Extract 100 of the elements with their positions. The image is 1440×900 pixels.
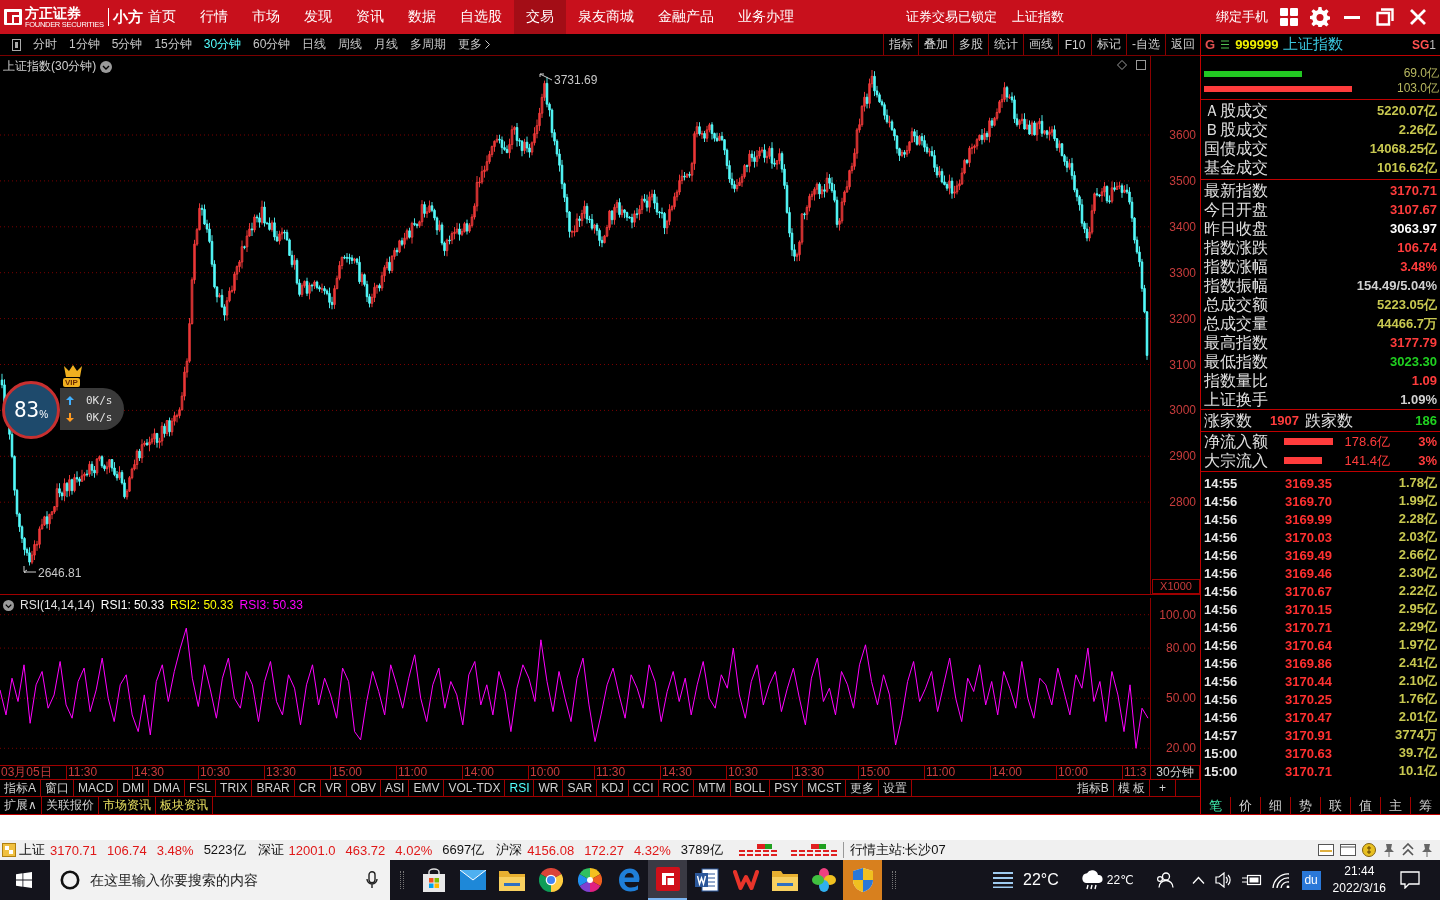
indicator-tab[interactable]: ROC <box>658 780 695 796</box>
indicator-tab[interactable]: BRAR <box>252 780 295 796</box>
period-tab[interactable]: 60分钟 <box>249 34 295 55</box>
nav-tab[interactable]: 自选股 <box>448 0 514 34</box>
indicator-option[interactable]: + <box>1150 780 1176 796</box>
wifi-icon[interactable] <box>1271 872 1290 888</box>
period-tab[interactable]: 30分钟 <box>199 34 246 55</box>
period-tab[interactable]: 分时 <box>29 34 61 55</box>
square-icon[interactable] <box>1136 60 1146 70</box>
indicator-tab[interactable]: VR <box>321 780 347 796</box>
speaker-icon[interactable] <box>1214 872 1232 888</box>
detail-tab[interactable]: 势 <box>1290 797 1320 814</box>
tool-button[interactable]: 标记 <box>1091 34 1126 55</box>
minimize-icon[interactable] <box>1344 15 1360 19</box>
pin-icon[interactable] <box>1420 843 1434 857</box>
search-box[interactable]: 在这里输入你要搜索的内容 <box>50 860 390 900</box>
nav-tab[interactable]: 发现 <box>292 0 344 34</box>
nav-tab[interactable]: 金融产品 <box>646 0 726 34</box>
window-icon[interactable] <box>1318 844 1334 856</box>
bind-phone-link[interactable]: 绑定手机 <box>1216 8 1268 26</box>
panel-toggle-icon[interactable] <box>12 38 21 51</box>
tool-button[interactable]: 多股 <box>953 34 988 55</box>
double-up-icon[interactable] <box>1402 843 1414 857</box>
indicator-tab[interactable]: PSY <box>770 780 804 796</box>
indicator-tab[interactable]: TRIX <box>216 780 253 796</box>
indicator-tab[interactable]: CR <box>294 780 322 796</box>
indicator-tab[interactable]: KDJ <box>597 780 629 796</box>
notification-icon[interactable] <box>1400 871 1420 889</box>
dropdown-circle-icon[interactable] <box>3 599 14 611</box>
detail-tab[interactable]: 笔 <box>1201 797 1230 814</box>
period-tab[interactable]: 多周期 <box>406 34 451 55</box>
tool-button[interactable]: 画线 <box>1023 34 1058 55</box>
detail-tab[interactable]: 联 <box>1320 797 1350 814</box>
indicator-tab[interactable]: FSL <box>185 780 217 796</box>
detail-tab[interactable]: 主 <box>1380 797 1410 814</box>
tool-button[interactable]: 叠加 <box>918 34 953 55</box>
search-field[interactable]: 在这里输入你要搜索的内容 <box>90 872 358 888</box>
extension-tab[interactable]: 市场资讯 <box>98 797 156 814</box>
nav-tab[interactable]: 行情 <box>188 0 240 34</box>
indicator-tab[interactable]: DMI <box>118 780 150 796</box>
nav-tab[interactable]: 数据 <box>396 0 448 34</box>
tool-button[interactable]: F10 <box>1058 34 1091 55</box>
panel-tab[interactable]: 指标A <box>0 780 41 796</box>
period-tab[interactable]: 1分钟 <box>65 34 104 55</box>
period-tab[interactable]: 日线 <box>298 34 331 55</box>
indicator-action[interactable]: 设置 <box>879 780 913 796</box>
extension-tab[interactable]: 扩展∧ <box>0 797 42 814</box>
indicator-option[interactable]: 模 板 <box>1113 780 1150 796</box>
people-icon[interactable] <box>1155 872 1174 888</box>
microphone-icon[interactable] <box>366 871 378 889</box>
taskbar-app[interactable] <box>648 860 687 900</box>
rain-cloud-icon[interactable] <box>1080 870 1103 890</box>
indicator-tab[interactable]: RSI <box>505 780 535 796</box>
period-tab[interactable]: 5分钟 <box>107 34 147 55</box>
indicator-tab[interactable]: EMV <box>409 780 445 796</box>
panel-tab[interactable]: 窗口 <box>41 780 74 796</box>
indicator-tab[interactable]: DMA <box>149 780 186 796</box>
nav-tab[interactable]: 交易 <box>514 0 566 34</box>
period-tab[interactable]: 周线 <box>334 34 367 55</box>
fog-icon[interactable] <box>993 872 1014 888</box>
indicator-action[interactable]: 更多 <box>846 780 880 796</box>
tool-button[interactable]: -自选 <box>1126 34 1165 55</box>
nav-tab[interactable]: 市场 <box>240 0 292 34</box>
weather-temperature[interactable]: 22°C <box>1023 871 1059 889</box>
indicator-tab[interactable]: MTM <box>694 780 731 796</box>
tool-button[interactable]: 统计 <box>988 34 1023 55</box>
input-method-button[interactable]: du <box>1301 870 1321 890</box>
menu-icon[interactable] <box>1221 40 1230 49</box>
clock-button[interactable]: 21:44 2022/3/16 <box>1332 863 1386 897</box>
quote-grid-icon[interactable] <box>2 843 16 857</box>
extension-tab[interactable]: 板块资讯 <box>155 797 213 814</box>
tool-button[interactable]: 返回 <box>1165 34 1200 55</box>
caret-up-icon[interactable] <box>1191 876 1205 884</box>
detail-tab[interactable]: 价 <box>1230 797 1260 814</box>
weather-temperature[interactable]: 22℃ <box>1106 873 1134 887</box>
coin-icon[interactable] <box>1362 843 1376 857</box>
period-tab[interactable]: 月线 <box>370 34 403 55</box>
indicator-tab[interactable]: SAR <box>563 780 598 796</box>
period-tab[interactable]: 15分钟 <box>150 34 196 55</box>
detail-tab[interactable]: 值 <box>1350 797 1380 814</box>
indicator-tab[interactable]: BOLL <box>730 780 771 796</box>
pin-icon[interactable] <box>1382 843 1396 857</box>
battery-icon[interactable] <box>1241 874 1262 886</box>
restore-icon[interactable] <box>1376 8 1394 26</box>
indicator-tab[interactable]: VOL-TDX <box>444 780 506 796</box>
detail-tab[interactable]: 细 <box>1260 797 1290 814</box>
ring-icon[interactable] <box>60 870 80 890</box>
tool-button[interactable]: 指标 <box>883 34 918 55</box>
detail-tab[interactable]: 筹 <box>1410 797 1440 814</box>
nav-tab[interactable]: 业务办理 <box>726 0 806 34</box>
close-icon[interactable] <box>1410 9 1426 25</box>
index-link[interactable]: 上证指数 <box>1012 8 1064 26</box>
indicator-tab[interactable]: MACD <box>74 780 119 796</box>
grid-icon[interactable] <box>1280 8 1298 26</box>
indicator-tab[interactable]: WR <box>534 780 564 796</box>
indicator-tab[interactable]: ASI <box>381 780 410 796</box>
window-icon[interactable] <box>1340 844 1356 856</box>
settings-icon[interactable] <box>1310 7 1330 27</box>
extension-tab[interactable]: 关联报价 <box>41 797 99 814</box>
indicator-tab[interactable]: OBV <box>346 780 382 796</box>
